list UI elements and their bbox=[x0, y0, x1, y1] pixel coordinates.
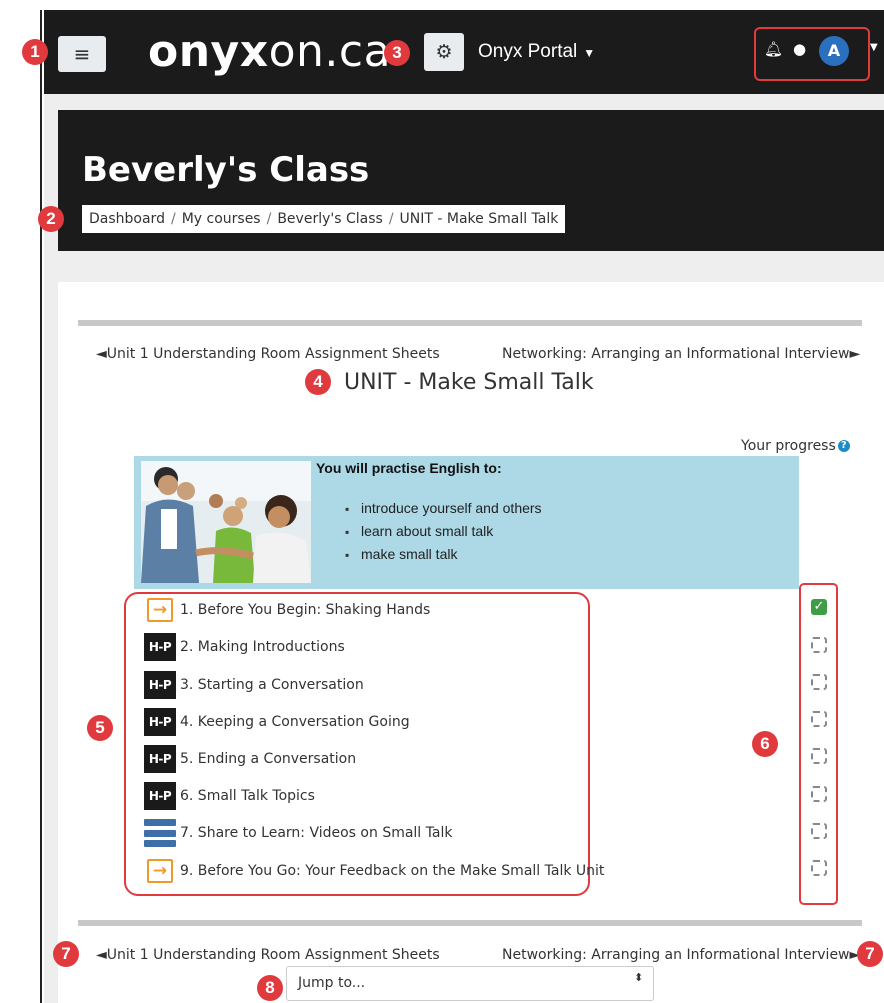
activity-item[interactable]: → 1. Before You Begin: Shaking Hands bbox=[144, 596, 430, 624]
help-icon[interactable]: ? bbox=[837, 440, 850, 452]
jump-to-placeholder: Jump to... bbox=[298, 975, 366, 991]
list-item: introduce yourself and others bbox=[345, 497, 542, 520]
section-title: UNIT - Make Small Talk bbox=[344, 370, 594, 395]
completion-checkbox[interactable] bbox=[811, 711, 827, 727]
breadcrumb: Dashboard / My courses / Beverly's Class / UNI… bbox=[82, 205, 566, 233]
completion-checkbox[interactable] bbox=[811, 748, 827, 764]
h5p-icon: H-P bbox=[144, 671, 176, 699]
completion-checkbox[interactable] bbox=[811, 823, 827, 839]
left-margin bbox=[0, 0, 44, 1003]
bell-icon[interactable]: 🔔︎ bbox=[764, 40, 783, 58]
annotation-badge: 1 bbox=[22, 39, 48, 65]
list-item: learn about small talk bbox=[345, 520, 542, 543]
settings-button[interactable]: ⚙ bbox=[424, 33, 464, 71]
activity-item[interactable]: H-P 3. Starting a Conversation bbox=[144, 671, 364, 699]
h5p-icon: H-P bbox=[144, 633, 176, 661]
breadcrumb-item[interactable]: Dashboard bbox=[89, 211, 165, 227]
chat-icon[interactable]: ● bbox=[793, 40, 806, 58]
annotation-badge: 2 bbox=[38, 206, 64, 232]
intro-heading: You will practise English to: bbox=[316, 460, 502, 476]
completion-highlight bbox=[799, 583, 838, 905]
next-section-link[interactable]: Networking: Arranging an Informational I… bbox=[502, 947, 860, 963]
database-icon bbox=[144, 819, 176, 847]
prev-section-link[interactable]: ◄Unit 1 Understanding Room Assignment Sh… bbox=[96, 947, 440, 963]
activity-item[interactable]: H-P 4. Keeping a Conversation Going bbox=[144, 708, 410, 736]
annotation-badge: 6 bbox=[752, 731, 778, 757]
portal-menu[interactable]: Onyx Portal ▼ bbox=[478, 33, 595, 71]
activity-item[interactable]: H-P 5. Ending a Conversation bbox=[144, 745, 356, 773]
annotation-badge: 4 bbox=[305, 369, 331, 395]
caret-down-icon[interactable]: ▼ bbox=[870, 42, 878, 53]
annotation-badge: 7 bbox=[857, 941, 883, 967]
annotation-badge: 5 bbox=[87, 715, 113, 741]
caret-down-icon: ▼ bbox=[583, 46, 596, 60]
hamburger-icon: ≡ bbox=[73, 42, 91, 66]
h5p-icon: H-P bbox=[144, 708, 176, 736]
breadcrumb-item[interactable]: Beverly's Class bbox=[277, 211, 382, 227]
h5p-icon: H-P bbox=[144, 782, 176, 810]
arrow-right-icon: → bbox=[147, 859, 173, 883]
activity-item[interactable]: 7. Share to Learn: Videos on Small Talk bbox=[144, 819, 452, 847]
user-avatar-icon[interactable]: A bbox=[819, 36, 849, 66]
select-caret-icon: ⬍ bbox=[634, 971, 644, 984]
page-title: Beverly's Class bbox=[82, 150, 370, 190]
breadcrumb-item[interactable]: UNIT - Make Small Talk bbox=[400, 211, 559, 227]
activity-item[interactable]: H-P 6. Small Talk Topics bbox=[144, 782, 315, 810]
section-divider bbox=[78, 920, 862, 926]
left-border-line bbox=[40, 10, 42, 1003]
annotation-badge: 7 bbox=[53, 941, 79, 967]
annotation-badge: 3 bbox=[384, 40, 410, 66]
completion-checkbox-checked[interactable]: ✓ bbox=[811, 599, 827, 615]
completion-checkbox[interactable] bbox=[811, 674, 827, 690]
cogs-icon: ⚙ bbox=[435, 41, 453, 63]
list-item: make small talk bbox=[345, 543, 542, 566]
arrow-right-icon: → bbox=[147, 598, 173, 622]
menu-toggle-button[interactable]: ≡ bbox=[58, 36, 106, 72]
completion-checkbox[interactable] bbox=[811, 637, 827, 653]
completion-checkbox[interactable] bbox=[811, 860, 827, 876]
completion-checkbox[interactable] bbox=[811, 786, 827, 802]
section-divider bbox=[78, 320, 862, 326]
next-section-link[interactable]: Networking: Arranging an Informational I… bbox=[502, 346, 860, 362]
prev-section-link[interactable]: ◄Unit 1 Understanding Room Assignment Sh… bbox=[96, 346, 440, 362]
objectives-list: introduce yourself and others learn abou… bbox=[345, 497, 542, 566]
activity-item[interactable]: → 9. Before You Go: Your Feedback on the… bbox=[144, 857, 604, 885]
progress-label: Your progress? bbox=[741, 438, 850, 454]
breadcrumb-item[interactable]: My courses bbox=[182, 211, 261, 227]
annotation-badge: 8 bbox=[257, 975, 283, 1001]
site-logo[interactable]: onyxon.ca bbox=[148, 22, 391, 82]
h5p-icon: H-P bbox=[144, 745, 176, 773]
activity-item[interactable]: H-P 2. Making Introductions bbox=[144, 633, 345, 661]
small-talk-photo bbox=[141, 461, 311, 583]
